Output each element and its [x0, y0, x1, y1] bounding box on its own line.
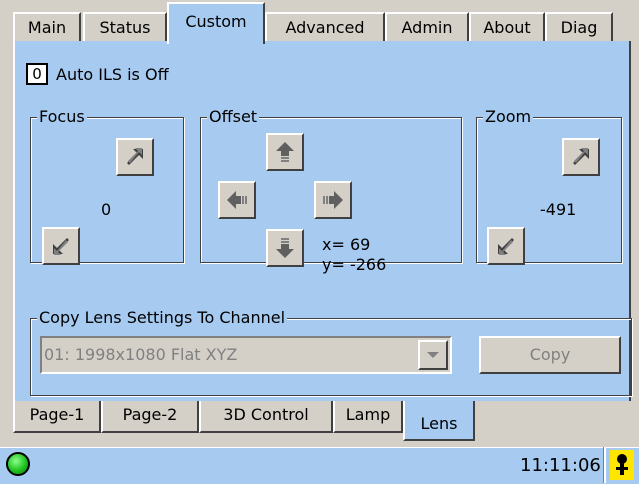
lens-control-window: Main Status Custom Advanced Admin About …: [0, 0, 639, 484]
tab-advanced[interactable]: Advanced: [265, 12, 385, 42]
tab-diag[interactable]: Diag: [545, 12, 613, 42]
status-separator: [603, 447, 606, 483]
offset-x-readout: x= 69: [322, 235, 371, 254]
tab-about[interactable]: About: [469, 12, 545, 42]
channel-select[interactable]: 01: 1998x1080 Flat XYZ: [40, 336, 452, 374]
focus-group-title: Focus: [37, 107, 87, 127]
offset-right-button[interactable]: [314, 181, 352, 219]
tab-admin[interactable]: Admin: [385, 12, 469, 42]
focus-far-button[interactable]: [116, 138, 154, 176]
status-clock: 11:11:06: [520, 455, 601, 476]
zoom-group-title: Zoom: [483, 107, 534, 127]
copy-lens-group-title: Copy Lens Settings To Channel: [37, 308, 288, 328]
tab-custom[interactable]: Custom: [167, 2, 265, 44]
tab-page-1[interactable]: Page-1: [13, 401, 101, 433]
arrow-left-icon: [227, 191, 247, 209]
channel-select-value: 01: 1998x1080 Flat XYZ: [44, 345, 238, 364]
copy-button[interactable]: Copy: [479, 336, 621, 374]
offset-down-button[interactable]: [266, 229, 304, 267]
arrow-up-right-icon: [127, 148, 143, 165]
status-indicator-icon: [6, 452, 30, 476]
tab-lens[interactable]: Lens: [403, 401, 475, 441]
zoom-value: -491: [540, 200, 577, 219]
arrow-right-icon: [323, 191, 343, 209]
offset-group-title: Offset: [207, 107, 260, 127]
offset-up-button[interactable]: [266, 133, 304, 171]
tab-main[interactable]: Main: [13, 12, 81, 42]
arrow-down-left-icon: [53, 238, 69, 255]
arrow-up-icon: [276, 142, 294, 162]
tab-status[interactable]: Status: [83, 12, 167, 42]
tab-lamp[interactable]: Lamp: [333, 401, 403, 433]
offset-left-button[interactable]: [218, 181, 256, 219]
zoom-in-button[interactable]: [562, 138, 600, 176]
channel-select-dropdown-button[interactable]: [418, 340, 448, 370]
focus-value: 0: [101, 200, 112, 219]
zoom-out-button[interactable]: [487, 227, 525, 265]
focus-near-button[interactable]: [42, 227, 80, 265]
system-tray-icon[interactable]: [610, 450, 634, 480]
offset-y-readout: y= -266: [322, 255, 387, 274]
arrow-down-icon: [276, 238, 294, 258]
arrow-up-right-icon: [573, 148, 589, 165]
tab-3d-control[interactable]: 3D Control: [199, 401, 333, 433]
tab-page-2[interactable]: Page-2: [101, 401, 199, 433]
arrow-down-left-icon: [498, 238, 514, 255]
chevron-down-icon: [427, 352, 439, 358]
auto-ils-value-box[interactable]: 0: [26, 63, 48, 85]
auto-ils-status-label: Auto ILS is Off: [56, 65, 169, 84]
